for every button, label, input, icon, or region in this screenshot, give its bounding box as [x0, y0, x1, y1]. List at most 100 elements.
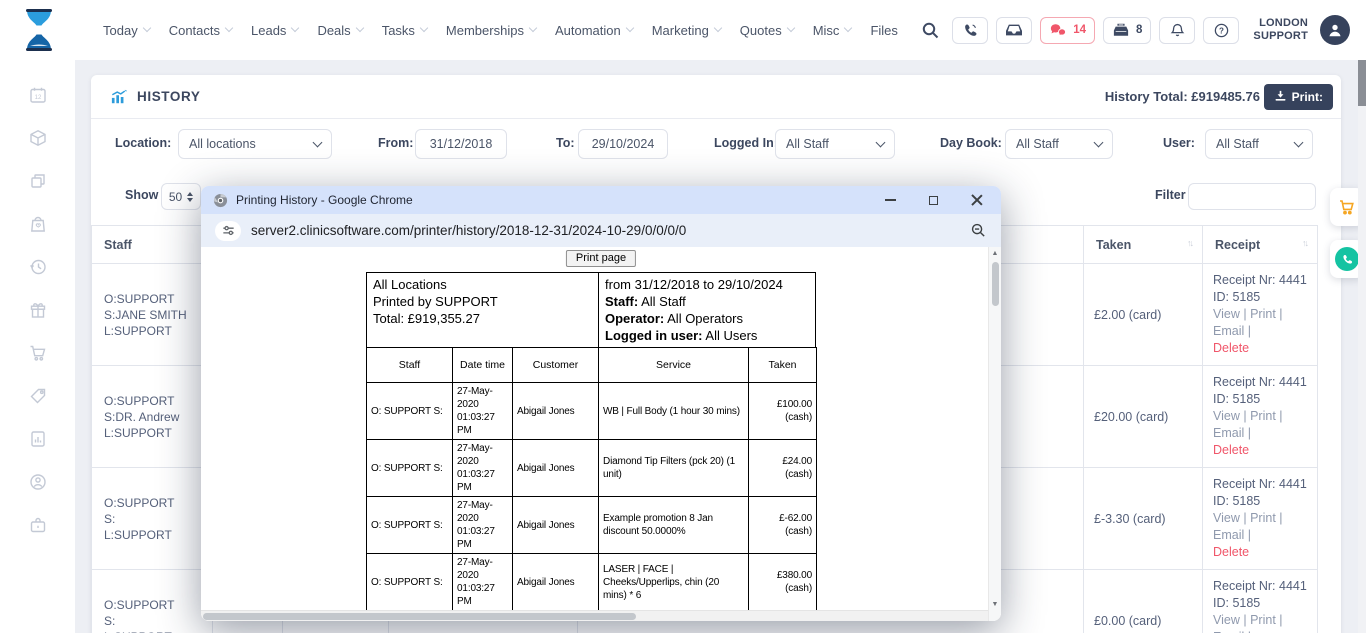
scroll-up-button[interactable]: ▲ [989, 250, 1001, 257]
sidebar-item-user-clock[interactable] [28, 472, 48, 492]
chevron-down-icon [225, 24, 233, 32]
nav-item-memberships[interactable]: Memberships [446, 23, 536, 38]
filter-input[interactable] [1188, 183, 1316, 210]
nav-item-leads[interactable]: Leads [251, 23, 298, 38]
sidebar-item-calendar[interactable]: 12 [28, 85, 48, 105]
staff-header-label: Staff [104, 238, 132, 252]
sidebar-item-briefcase[interactable] [28, 515, 48, 535]
print-page-button[interactable]: Print page [566, 250, 636, 267]
print-link[interactable]: Print [1250, 613, 1276, 627]
nav-item-contacts[interactable]: Contacts [169, 23, 232, 38]
page-scroll-thumb[interactable] [1358, 60, 1366, 106]
pipe: | [1248, 324, 1251, 338]
receipt-id: ID: 5185 [1213, 493, 1313, 510]
chevron-down-icon [1094, 137, 1104, 147]
zoom-out-icon[interactable] [970, 222, 987, 239]
nav-item-today[interactable]: Today [103, 23, 150, 38]
nav-item-quotes[interactable]: Quotes [740, 23, 794, 38]
chevron-down-icon [355, 24, 363, 32]
sidebar-item-gift[interactable] [28, 300, 48, 320]
minimize-button[interactable] [885, 199, 896, 201]
user-select[interactable]: All Staff [1205, 129, 1313, 159]
main-nav: Today Contacts Leads Deals Tasks Members… [103, 0, 898, 60]
notifications-button[interactable] [1159, 17, 1195, 44]
staff-line: O:SUPPORT [104, 597, 212, 613]
popup-content: Print page All Locations Printed by SUPP… [201, 247, 1001, 621]
delete-link[interactable]: Delete [1213, 544, 1313, 561]
taken-header[interactable]: Taken↑↓ [1084, 226, 1203, 264]
from-date-input[interactable] [415, 129, 507, 159]
avatar[interactable] [1320, 15, 1350, 45]
staff-line: O:SUPPORT [104, 393, 212, 409]
day-book-select[interactable]: All Staff [1005, 129, 1113, 159]
location-select[interactable]: All locations [178, 129, 332, 159]
view-link[interactable]: View [1213, 409, 1240, 423]
staff-line: O:SUPPORT [104, 495, 212, 511]
popup-urlbar: server2.clinicsoftware.com/printer/histo… [201, 214, 1001, 247]
sidebar-item-report[interactable] [28, 429, 48, 449]
delete-link[interactable]: Delete [1213, 442, 1313, 459]
page-scrollbar[interactable] [1358, 60, 1366, 633]
sidebar-item-package[interactable] [28, 128, 48, 148]
sidebar-item-tag[interactable] [28, 386, 48, 406]
site-info-button[interactable] [215, 221, 241, 241]
print-link[interactable]: Print [1250, 409, 1276, 423]
delete-link[interactable]: Delete [1213, 340, 1313, 357]
view-link[interactable]: View [1213, 511, 1240, 525]
nav-label: Deals [317, 23, 350, 38]
maximize-button[interactable] [929, 196, 938, 205]
email-link[interactable]: Email [1213, 324, 1244, 338]
nav-item-automation[interactable]: Automation [555, 23, 633, 38]
nav-item-misc[interactable]: Misc [813, 23, 852, 38]
sidebar-item-shopping-bag[interactable] [28, 214, 48, 234]
receipt-id: ID: 5185 [1213, 289, 1313, 306]
register-button[interactable]: 8 [1103, 17, 1151, 44]
print-link[interactable]: Print [1250, 307, 1276, 321]
logged-in-select[interactable]: All Staff [775, 129, 895, 159]
url-text[interactable]: server2.clinicsoftware.com/printer/histo… [251, 223, 686, 238]
scroll-down-button[interactable]: ▼ [989, 601, 1001, 608]
receipt-links: View | Print | Email | [1213, 510, 1313, 544]
sidebar-item-history[interactable] [28, 257, 48, 277]
to-date-input[interactable] [578, 129, 668, 159]
chat-icon [1049, 22, 1067, 38]
print-link[interactable]: Print [1250, 511, 1276, 525]
view-link[interactable]: View [1213, 613, 1240, 627]
sidebar-item-copy[interactable] [28, 171, 48, 191]
nav-item-tasks[interactable]: Tasks [382, 23, 427, 38]
staff-header[interactable]: Staff [92, 226, 213, 264]
staff-line: S: [104, 613, 212, 629]
chevron-down-icon [844, 24, 852, 32]
report-col-datetime: Date time [453, 348, 513, 383]
staff-cell: O:SUPPORT S:DR. Andrew L:SUPPORT [92, 366, 213, 468]
email-link[interactable]: Email [1213, 528, 1244, 542]
report-summary-left: All Locations Printed by SUPPORT Total: … [367, 273, 599, 347]
help-button[interactable]: ? [1203, 17, 1239, 44]
scroll-thumb[interactable] [992, 262, 999, 306]
receipt-number: Receipt Nr: 4441 [1213, 476, 1313, 493]
popup-horizontal-scrollbar[interactable] [201, 610, 988, 621]
phone-button[interactable] [952, 17, 988, 44]
pipe: | [1248, 528, 1251, 542]
print-button[interactable]: Print: [1264, 84, 1333, 110]
email-link[interactable]: Email [1213, 426, 1244, 440]
scroll-thumb[interactable] [203, 613, 636, 620]
view-link[interactable]: View [1213, 307, 1240, 321]
sidebar-item-cart[interactable] [28, 343, 48, 363]
search-icon[interactable] [921, 21, 940, 40]
show-count-select[interactable]: 50 [161, 183, 201, 210]
inbox-button[interactable] [996, 17, 1032, 44]
close-button[interactable] [971, 194, 983, 206]
nav-item-marketing[interactable]: Marketing [652, 23, 721, 38]
report-col-service: Service [599, 348, 749, 383]
receipt-cell: Receipt Nr: 4441 ID: 5185 View | Print |… [1203, 570, 1318, 633]
nav-item-deals[interactable]: Deals [317, 23, 362, 38]
receipt-header[interactable]: Receipt↑↓ [1203, 226, 1318, 264]
user-name: LONDON SUPPORT [1253, 17, 1308, 43]
popup-titlebar[interactable]: Printing History - Google Chrome [201, 186, 1001, 214]
popup-vertical-scrollbar[interactable]: ▲ ▼ [988, 247, 1001, 621]
register-badge: 8 [1136, 24, 1142, 36]
clinicsoftware-logo-icon[interactable] [22, 8, 56, 57]
nav-item-files[interactable]: Files [870, 23, 897, 38]
chat-button[interactable]: 14 [1040, 17, 1095, 44]
